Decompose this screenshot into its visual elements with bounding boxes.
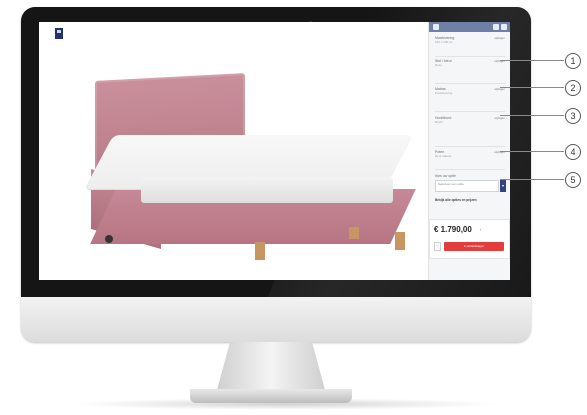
price-info-icon[interactable]: i — [480, 227, 481, 232]
callout-leader — [500, 115, 564, 116]
bed-wheel — [105, 235, 113, 243]
divider — [435, 83, 505, 84]
callout-leader — [500, 151, 564, 152]
bed-leg — [349, 227, 359, 239]
option-section-fabric[interactable]: Stof / kleur Roze wijzigen — [435, 59, 505, 84]
option-section-mattress[interactable]: Matras Pocketvering wijzigen — [435, 87, 505, 112]
logo-icon[interactable] — [55, 28, 63, 39]
monitor-stand-neck — [217, 342, 325, 390]
heart-icon[interactable]: ♡ — [434, 242, 441, 251]
configurator-screen: Maatvoering 160 x 200 cm wijzigen Stof /… — [39, 22, 510, 280]
sidebar-header — [429, 22, 510, 32]
monitor-chin — [21, 297, 531, 342]
add-to-cart-button[interactable]: In winkelwagen — [444, 242, 504, 251]
option-change-link[interactable]: wijzigen — [494, 116, 505, 120]
divider — [435, 56, 505, 57]
option-value: Recht — [435, 120, 443, 124]
bed-preview[interactable] — [84, 73, 419, 277]
callout-2: 2 — [565, 80, 581, 96]
options-note: Bekijk alle opties en prijzen — [435, 198, 505, 202]
callout-1: 1 — [565, 53, 581, 69]
option-value: Hout naturel — [435, 154, 452, 158]
option-value: Roze — [435, 63, 443, 67]
price-total: € 1.790,00 — [434, 225, 472, 234]
cart-icon[interactable] — [501, 24, 507, 30]
callout-5: 5 — [565, 172, 581, 188]
callout-3: 3 — [565, 108, 581, 124]
option-section-headboard[interactable]: Hoofdbord Recht wijzigen — [435, 116, 505, 147]
option-select-section: Kies uw optie Selecteer een optie ▾ — [435, 174, 506, 192]
options-note-text: Bekijk alle opties en prijzen — [435, 198, 477, 202]
option-section-legs[interactable]: Poten Hout naturel wijzigen — [435, 150, 505, 170]
bed-leg — [255, 242, 265, 260]
bed-mattress-front — [141, 177, 393, 203]
menu-icon[interactable] — [433, 24, 439, 30]
divider — [435, 111, 505, 112]
callout-4: 4 — [565, 144, 581, 160]
callout-leader — [500, 87, 564, 88]
callout-leader — [500, 179, 564, 180]
option-value: Pocketvering — [435, 91, 453, 95]
search-icon[interactable] — [493, 24, 499, 30]
divider — [435, 146, 505, 147]
callout-leader — [500, 60, 564, 61]
divider — [435, 169, 505, 170]
chevron-down-icon[interactable]: ▾ — [500, 180, 506, 192]
price-box: € 1.790,00 i ♡ In winkelwagen — [429, 219, 510, 259]
option-section-size[interactable]: Maatvoering 160 x 200 cm wijzigen — [435, 36, 505, 57]
select-label: Kies uw optie — [435, 174, 456, 178]
monitor-stand-foot — [190, 389, 352, 403]
option-change-link[interactable]: wijzigen — [494, 36, 505, 40]
option-select[interactable]: Selecteer een optie — [435, 180, 499, 192]
option-value: 160 x 200 cm — [435, 40, 454, 44]
bed-leg — [395, 232, 405, 250]
